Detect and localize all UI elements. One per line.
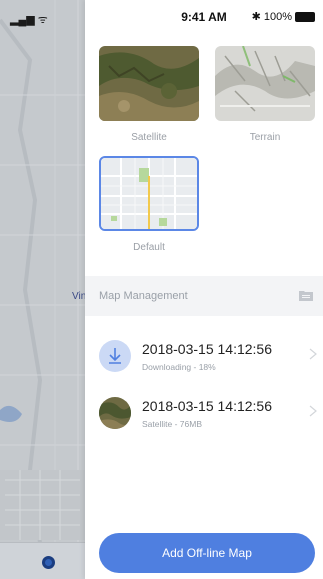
map-management-title: Map Management xyxy=(99,290,188,302)
map-layer-drawer: 9:41 AM ✱ 100% Satellite Terrain Default… xyxy=(85,0,323,579)
terrain-thumbnail xyxy=(215,46,315,121)
chevron-right-icon xyxy=(309,348,317,360)
satellite-mini-thumbnail xyxy=(99,397,131,429)
status-bar: 9:41 AM ✱ 100% xyxy=(85,10,323,28)
background-map: ▂▄▆ ᯤ Vin xyxy=(0,0,85,579)
map-type-terrain-label: Terrain xyxy=(249,132,281,143)
map-roads xyxy=(0,0,85,579)
offline-map-subtitle: Satellite - 76MB xyxy=(142,419,202,429)
bluetooth-icon: ✱ xyxy=(251,11,261,23)
offline-map-title: 2018-03-15 14:12:56 xyxy=(142,398,272,414)
satellite-thumbnail xyxy=(99,46,199,121)
offline-map-item[interactable]: 2018-03-15 14:12:56 Satellite - 76MB xyxy=(85,389,323,439)
map-place-label: Vin xyxy=(72,291,85,302)
map-type-satellite-label: Satellite xyxy=(131,132,167,143)
download-arrow-icon xyxy=(109,348,121,364)
battery-icon xyxy=(295,11,315,22)
location-pin-icon[interactable] xyxy=(42,556,55,569)
add-offline-map-button[interactable]: Add Off-line Map xyxy=(99,533,315,573)
map-management-header: Map Management xyxy=(85,276,323,316)
offline-map-subtitle: Downloading - 18% xyxy=(142,362,216,372)
signal-wifi-indicator: ▂▄▆ ᯤ xyxy=(10,14,48,26)
status-right: ✱ 100% xyxy=(252,10,315,23)
satellite-thumbnail-icon xyxy=(99,397,131,429)
map-type-satellite[interactable] xyxy=(99,46,199,121)
chevron-right-icon xyxy=(309,405,317,417)
battery-percentage: 100% xyxy=(263,10,292,23)
map-type-default[interactable] xyxy=(99,156,199,231)
default-map-thumbnail xyxy=(101,158,197,229)
map-type-default-label: Default xyxy=(133,242,165,253)
download-icon xyxy=(99,340,131,372)
offline-map-item[interactable]: 2018-03-15 14:12:56 Downloading - 18% xyxy=(85,332,323,382)
folder-icon[interactable] xyxy=(299,290,313,301)
map-type-terrain[interactable] xyxy=(215,46,315,121)
offline-map-title: 2018-03-15 14:12:56 xyxy=(142,341,272,357)
